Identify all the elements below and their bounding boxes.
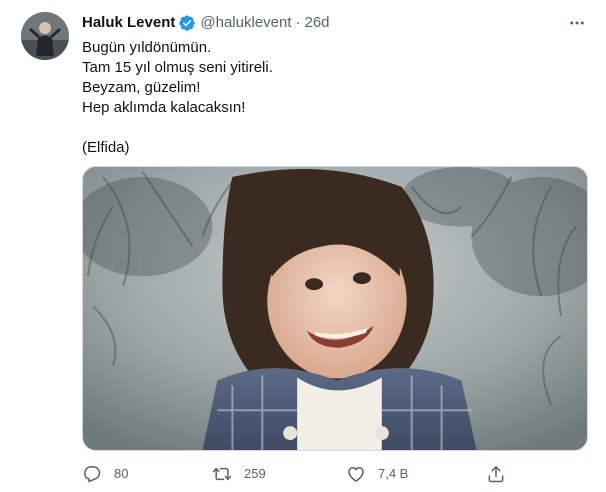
reply-count: 80 <box>114 466 129 481</box>
tweet-text-line: Hep aklımda kalacaksın! <box>82 99 246 116</box>
header-separator: · <box>295 14 301 31</box>
tweet-text-line: Beyzam, güzelim! <box>82 79 201 96</box>
tweet-card[interactable]: Haluk Levent @haluklevent · 26d Bugün yı… <box>0 0 606 492</box>
avatar-image <box>21 12 69 60</box>
tweet-photo[interactable] <box>82 166 588 451</box>
reply-icon <box>82 464 102 484</box>
verified-badge-icon <box>178 14 196 32</box>
author-handle[interactable]: @haluklevent <box>200 13 291 33</box>
tweet-text: Bugün yıldönümün. Tam 15 yıl olmuş seni … <box>82 38 582 158</box>
share-button[interactable] <box>486 462 506 486</box>
photo-image <box>83 167 587 450</box>
more-options-button[interactable] <box>566 14 588 32</box>
author-display-name[interactable]: Haluk Levent <box>82 13 175 33</box>
retweet-count: 259 <box>244 466 266 481</box>
tweet-text-line: Bugün yıldönümün. <box>82 39 212 56</box>
author-avatar[interactable] <box>21 12 69 60</box>
retweet-icon <box>212 464 232 484</box>
tweet-text-line: (Elfida) <box>82 139 130 156</box>
tweet-header: Haluk Levent @haluklevent · 26d <box>82 13 330 33</box>
more-icon <box>570 21 584 25</box>
tweet-actions: 80 259 7,4 B <box>82 462 588 486</box>
like-icon <box>346 464 366 484</box>
tweet-text-line: Tam 15 yıl olmuş seni yitireli. <box>82 59 273 76</box>
like-count: 7,4 B <box>378 466 409 481</box>
share-icon <box>486 464 506 484</box>
retweet-button[interactable]: 259 <box>212 462 266 486</box>
like-button[interactable]: 7,4 B <box>346 462 408 486</box>
reply-button[interactable]: 80 <box>82 462 128 486</box>
tweet-timestamp[interactable]: 26d <box>305 13 330 33</box>
